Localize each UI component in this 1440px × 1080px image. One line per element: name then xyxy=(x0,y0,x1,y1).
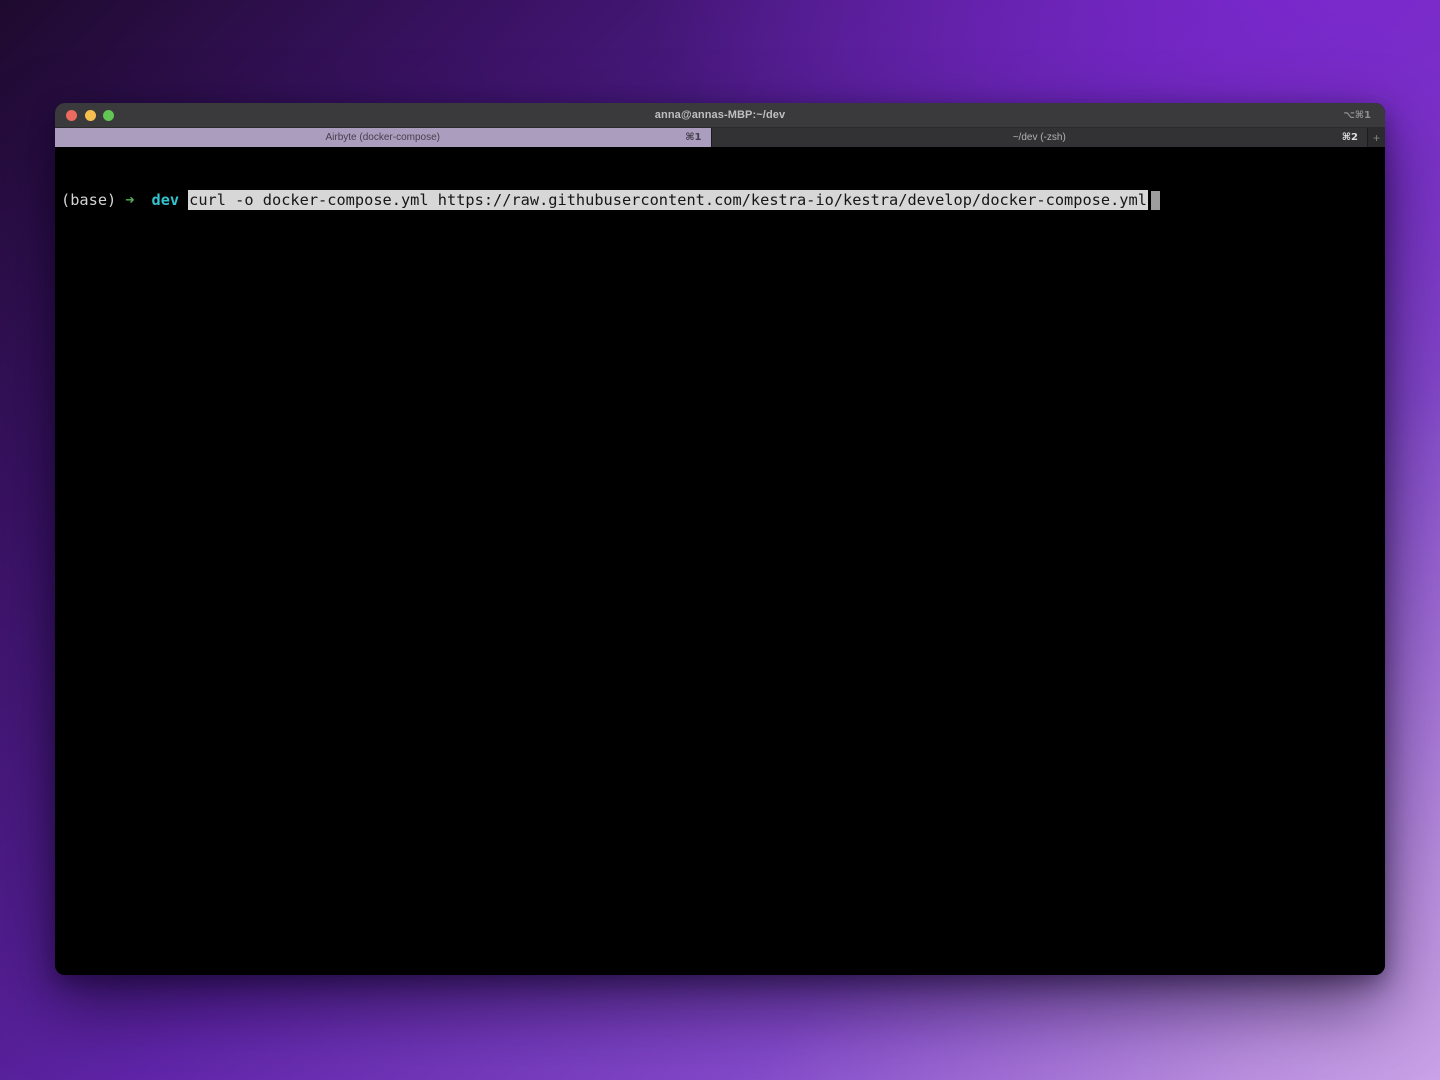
prompt-arrow-icon: ➜ xyxy=(125,190,134,210)
tab-shortcut-label: ⌘1 xyxy=(685,128,701,147)
tab-dev-zsh[interactable]: ~/dev (-zsh) ⌘2 xyxy=(712,128,1368,147)
window-title: anna@annas-MBP:~/dev xyxy=(55,109,1385,121)
window-shortcut-label: ⌥⌘1 xyxy=(1343,103,1371,128)
terminal-content-area[interactable]: (base) ➜ dev curl -o docker-compose.yml … xyxy=(55,147,1385,975)
tab-bar: Airbyte (docker-compose) ⌘1 ~/dev (-zsh)… xyxy=(55,128,1385,147)
terminal-window: anna@annas-MBP:~/dev ⌥⌘1 Airbyte (docker… xyxy=(55,103,1385,975)
terminal-prompt-line: (base) ➜ dev curl -o docker-compose.yml … xyxy=(61,190,1385,210)
tab-shortcut-label: ⌘2 xyxy=(1342,128,1358,147)
prompt-env-label: (base) xyxy=(61,190,116,210)
selected-command-text: curl -o docker-compose.yml https://raw.g… xyxy=(188,190,1148,210)
plus-icon: + xyxy=(1373,132,1380,144)
tab-label: ~/dev (-zsh) xyxy=(1013,132,1066,143)
prompt-directory-label: dev xyxy=(151,190,179,210)
desktop-background: anna@annas-MBP:~/dev ⌥⌘1 Airbyte (docker… xyxy=(0,0,1440,1080)
terminal-cursor xyxy=(1151,191,1160,210)
tab-airbyte-docker-compose[interactable]: Airbyte (docker-compose) ⌘1 xyxy=(55,128,712,147)
new-tab-button[interactable]: + xyxy=(1367,128,1385,147)
window-titlebar[interactable]: anna@annas-MBP:~/dev ⌥⌘1 xyxy=(55,103,1385,128)
tab-label: Airbyte (docker-compose) xyxy=(326,132,440,143)
